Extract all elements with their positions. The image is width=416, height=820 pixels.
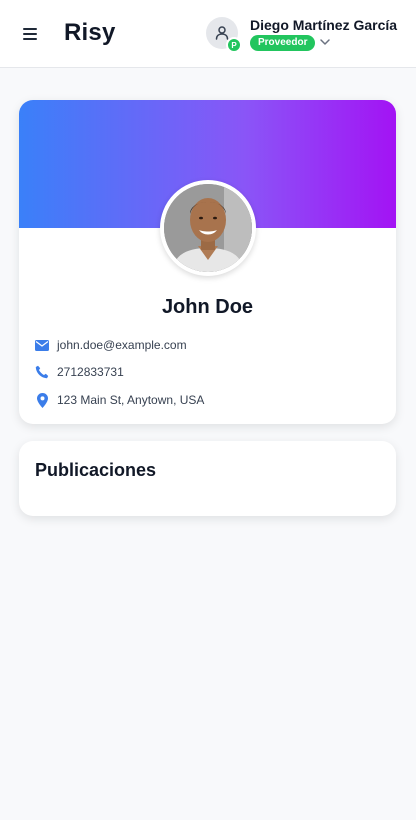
email-row: john.doe@example.com	[34, 336, 187, 354]
publications-title: Publicaciones	[35, 460, 157, 480]
email-text[interactable]: john.doe@example.com	[57, 338, 187, 352]
address-row: 123 Main St, Anytown, USA	[34, 391, 204, 409]
chevron-down-icon[interactable]	[319, 36, 331, 48]
phone-icon	[34, 364, 50, 380]
address-text: 123 Main St, Anytown, USA	[57, 393, 205, 407]
profile-photo-image	[164, 184, 252, 272]
hamburger-icon	[23, 28, 37, 40]
phone-text[interactable]: 2712833731	[57, 365, 124, 379]
map-pin-icon	[34, 392, 50, 408]
phone-row: 2712833731	[34, 363, 124, 381]
envelope-icon	[34, 337, 50, 353]
role-badge: Proveedor	[250, 35, 316, 51]
user-name: Diego Martínez García	[250, 17, 398, 33]
profile-name: John Doe	[161, 296, 254, 318]
user-menu[interactable]: P Diego Martínez García Proveedor	[206, 14, 406, 56]
app-logo[interactable]: Risy	[64, 19, 116, 47]
avatar-status-badge: P	[226, 37, 242, 53]
profile-card: John Doe john.doe@example.com 2712833731…	[19, 100, 396, 424]
menu-button[interactable]	[20, 24, 40, 44]
publications-card: Publicaciones	[19, 441, 396, 516]
profile-photo	[160, 180, 256, 276]
top-header: Risy P Diego Martínez García Proveedor	[0, 0, 416, 68]
